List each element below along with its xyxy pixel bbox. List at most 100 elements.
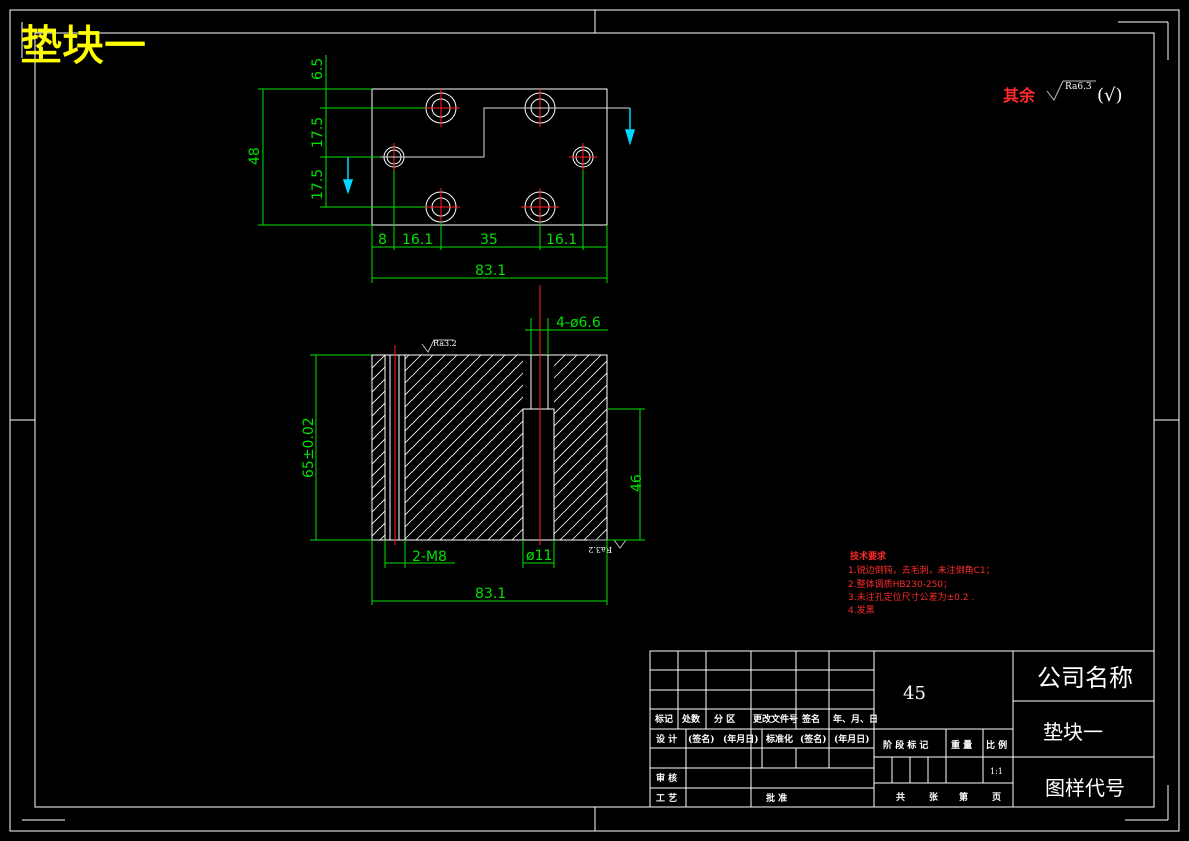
tb-sheet-page: 页 bbox=[992, 792, 1001, 803]
tech-req-item: 3.未注孔定位尺寸公差为±0.2 . bbox=[848, 591, 974, 603]
hatch-line bbox=[620, 340, 820, 540]
hatch-line bbox=[379, 355, 581, 540]
rest-label: 其余 bbox=[1003, 86, 1036, 105]
hatch-line bbox=[547, 355, 607, 540]
hatch-line bbox=[559, 355, 607, 540]
counterbore-hole bbox=[422, 188, 460, 225]
hatch-line bbox=[403, 355, 605, 540]
tb-scale-value: 1:1 bbox=[990, 767, 1003, 776]
hatch-line bbox=[372, 355, 377, 540]
tb-sheet-unit: 张 bbox=[929, 791, 939, 803]
hatch-line bbox=[152, 340, 352, 540]
tb-design-date: (年月日) bbox=[723, 733, 759, 745]
tb-drawing-number: 图样代号 bbox=[1045, 776, 1125, 800]
threaded-hole bbox=[569, 143, 597, 171]
roughness-bottom-face: Ra3.2 bbox=[588, 545, 612, 554]
tb-label-standard: 标准化 bbox=[765, 733, 793, 745]
hatch-line bbox=[427, 355, 607, 540]
tb-label-count: 处数 bbox=[681, 713, 701, 725]
technical-requirements: 技术要求 1.锐边倒钝，去毛刺，未注倒角C1； 2.整体调质HB230-250；… bbox=[848, 550, 995, 616]
dim-8: 8 bbox=[378, 232, 387, 248]
hatch-line bbox=[372, 355, 437, 540]
hatch-line bbox=[499, 355, 607, 540]
hatch-line bbox=[372, 355, 509, 540]
hatch-line bbox=[372, 355, 425, 540]
tb-part-name: 垫块一 bbox=[1043, 720, 1103, 744]
tb-label-date: 年、月、日 bbox=[833, 713, 878, 725]
tb-label-mark: 标记 bbox=[654, 713, 673, 725]
tb-standard-sign: (签名) bbox=[800, 733, 827, 745]
hatch-line bbox=[372, 355, 557, 540]
dim-height-48: 48 bbox=[247, 147, 263, 165]
tb-label-zone: 分 区 bbox=[714, 713, 735, 725]
tb-label-approve: 批 准 bbox=[766, 792, 787, 804]
tb-label-design: 设 计 bbox=[656, 733, 677, 745]
title-block: 标记 处数 分 区 更改文件号 签名 年、月、日 设 计 (签名) (年月日) … bbox=[649, 650, 1155, 808]
dim-thread-2-m8: 2-M8 bbox=[412, 549, 447, 565]
tech-req-item: 4.发黑 bbox=[848, 604, 875, 616]
roughness-top-face: Ra3.2 bbox=[433, 339, 457, 348]
hatch-line bbox=[372, 355, 497, 540]
hatch-line bbox=[451, 355, 607, 540]
hatch-line bbox=[595, 355, 607, 540]
hatch-line bbox=[372, 355, 569, 540]
hatch-line bbox=[372, 355, 521, 540]
dim-counterbore-depth-46: 46 bbox=[629, 474, 645, 492]
hatch-line bbox=[372, 355, 401, 540]
tech-req-heading: 技术要求 bbox=[850, 550, 887, 562]
rest-roughness-value: Ra6.3 bbox=[1065, 82, 1092, 92]
sheet-frame bbox=[9, 9, 1180, 832]
drawing-title: 垫块一 bbox=[20, 21, 146, 70]
tb-label-scale: 比 例 bbox=[986, 739, 1007, 751]
hatch-line bbox=[372, 355, 461, 540]
dim-16-1-left: 16.1 bbox=[402, 232, 433, 248]
roughness-rest-note: 其余 Ra6.3 (√) bbox=[1003, 80, 1123, 106]
hatch-line bbox=[463, 355, 607, 540]
tb-label-stage: 阶 段 标 记 bbox=[883, 739, 928, 751]
dim-17-5-upper: 17.5 bbox=[310, 117, 326, 148]
hatch-line bbox=[391, 355, 593, 540]
dim-total-width-section: 83.1 bbox=[475, 586, 506, 602]
hatch-line bbox=[164, 340, 364, 540]
hatch-line bbox=[487, 355, 607, 540]
tb-label-weight: 重 量 bbox=[951, 739, 972, 751]
hatch-line bbox=[372, 355, 389, 540]
tech-req-item: 1.锐边倒钝，去毛刺，未注倒角C1； bbox=[848, 564, 995, 576]
drawing-sheet: 垫块一 其余 Ra6.3 (√) 6.5 17.5 17.5 48 8 16.1… bbox=[9, 9, 1180, 832]
dim-35: 35 bbox=[480, 232, 498, 248]
section-cut-line bbox=[340, 107, 630, 158]
tb-design-sign: (签名) bbox=[688, 733, 715, 745]
tb-sheet-total: 共 bbox=[896, 791, 905, 803]
hatch-line bbox=[535, 355, 607, 540]
tb-label-change-doc: 更改文件号 bbox=[753, 713, 798, 725]
hatch-line bbox=[583, 355, 607, 540]
dim-holes-4-dia-6-6: 4-ø6.6 bbox=[556, 315, 601, 331]
section-hatching bbox=[152, 340, 820, 540]
dim-17-5-lower: 17.5 bbox=[310, 169, 326, 200]
hatch-line bbox=[372, 355, 545, 540]
hatch-line bbox=[372, 355, 533, 540]
tb-material: 45 bbox=[903, 683, 926, 704]
section-view: Ra3.2 Ra3.2 4-ø6.6 65±0.02 46 2-M8 ø11 8… bbox=[152, 285, 820, 605]
tb-label-process: 工 艺 bbox=[656, 792, 677, 804]
tb-sheet-no: 第 bbox=[959, 791, 968, 803]
counterbore-hole bbox=[521, 188, 559, 225]
hatch-line bbox=[415, 355, 607, 540]
dim-6-5: 6.5 bbox=[310, 58, 326, 80]
hatch-line bbox=[608, 340, 808, 540]
tb-label-review: 审 核 bbox=[656, 772, 677, 784]
dim-height-65: 65±0.02 bbox=[301, 417, 317, 478]
hatch-line bbox=[511, 355, 607, 540]
tech-req-item: 2.整体调质HB230-250； bbox=[848, 578, 952, 590]
tb-standard-date: (年月日) bbox=[834, 733, 870, 745]
rest-roughness-paren: (√) bbox=[1097, 85, 1123, 106]
hatch-line bbox=[475, 355, 607, 540]
hatch-line bbox=[372, 355, 449, 540]
hatch-line bbox=[571, 355, 607, 540]
dim-total-width-plan: 83.1 bbox=[475, 263, 506, 279]
plan-view: 6.5 17.5 17.5 48 8 16.1 35 16.1 83.1 bbox=[247, 55, 636, 283]
dim-counterbore-dia-11: ø11 bbox=[526, 548, 552, 564]
counterbore-hole bbox=[422, 89, 460, 127]
tb-label-sign: 签名 bbox=[801, 713, 820, 725]
tb-company-name: 公司名称 bbox=[1037, 664, 1133, 692]
